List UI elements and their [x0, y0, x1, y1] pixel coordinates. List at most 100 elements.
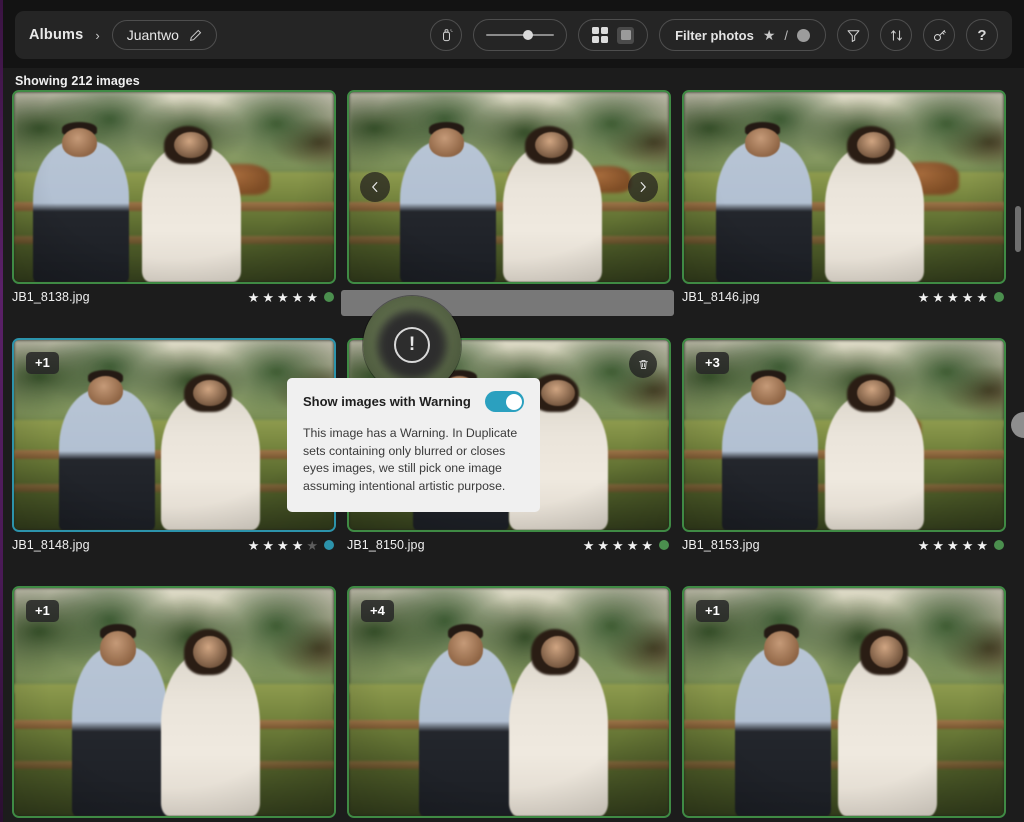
- photo-vignette: [684, 588, 1004, 816]
- star-icon[interactable]: ★: [976, 291, 988, 304]
- star-icon[interactable]: ★: [292, 539, 304, 552]
- photo-thumbnail[interactable]: +4: [347, 586, 671, 818]
- warning-tooltip: Show images with Warning This image has …: [287, 378, 540, 512]
- photo-thumbnail[interactable]: +3: [682, 338, 1006, 532]
- star-icon[interactable]: ★: [918, 291, 930, 304]
- photo-image: [14, 340, 334, 530]
- album-name-pill[interactable]: Juantwo: [112, 20, 217, 50]
- photo-caption: JB1_8148.jpg★★★★★: [12, 532, 336, 558]
- sort-arrows-icon[interactable]: [880, 19, 912, 51]
- filter-photos-button[interactable]: Filter photos ★ /: [659, 19, 826, 51]
- photo-cell[interactable]: +4: [347, 586, 671, 818]
- star-icon[interactable]: ★: [306, 291, 318, 304]
- star-icon[interactable]: ★: [627, 539, 639, 552]
- pencil-icon[interactable]: [189, 29, 202, 42]
- star-icon[interactable]: ★: [641, 539, 653, 552]
- single-view-icon[interactable]: [617, 27, 634, 44]
- star-icon[interactable]: ★: [932, 539, 944, 552]
- photo-image: [684, 340, 1004, 530]
- prev-photo-button[interactable]: [360, 172, 390, 202]
- warning-exclamation-icon[interactable]: !: [394, 327, 430, 363]
- photo-caption: JB1_8146.jpg★★★★★: [682, 284, 1006, 310]
- filter-divider: /: [784, 28, 788, 43]
- stack-count-badge[interactable]: +1: [696, 600, 729, 622]
- photo-status-dot[interactable]: [659, 540, 669, 550]
- zoom-slider-thumb[interactable]: [523, 30, 533, 40]
- view-mode-toggle[interactable]: [578, 19, 648, 51]
- breadcrumb-albums[interactable]: Albums: [29, 27, 83, 43]
- star-rating[interactable]: ★★★★★: [248, 539, 318, 552]
- star-icon[interactable]: ★: [962, 291, 974, 304]
- star-icon[interactable]: ★: [262, 291, 274, 304]
- stack-count-badge[interactable]: +4: [361, 600, 394, 622]
- star-icon[interactable]: ★: [763, 28, 776, 42]
- star-rating[interactable]: ★★★★★: [918, 291, 988, 304]
- tooltip-body: This image has a Warning. In Duplicate s…: [303, 425, 524, 495]
- photo-thumbnail[interactable]: [347, 90, 671, 284]
- scrollbar-track[interactable]: [1012, 90, 1024, 822]
- star-icon[interactable]: ★: [583, 539, 595, 552]
- star-icon[interactable]: ★: [612, 539, 624, 552]
- photo-status-dot[interactable]: [324, 540, 334, 550]
- star-icon[interactable]: ★: [976, 539, 988, 552]
- key-icon[interactable]: [923, 19, 955, 51]
- photo-caption: JB1_8138.jpg★★★★★: [12, 284, 336, 310]
- trash-icon[interactable]: [629, 350, 657, 378]
- scrollbar-thumb[interactable]: [1015, 206, 1021, 252]
- spray-can-icon[interactable]: [430, 19, 462, 51]
- star-icon[interactable]: ★: [292, 291, 304, 304]
- star-icon[interactable]: ★: [932, 291, 944, 304]
- star-icon[interactable]: ★: [248, 539, 260, 552]
- star-icon[interactable]: ★: [277, 291, 289, 304]
- photo-filename: JB1_8153.jpg: [682, 538, 760, 552]
- photo-meta: ★★★★★: [248, 539, 334, 552]
- zoom-slider[interactable]: [473, 19, 567, 51]
- stack-count-badge[interactable]: +3: [696, 352, 729, 374]
- photo-culling-app: Albums › Juantwo: [0, 0, 1024, 822]
- photo-thumbnail[interactable]: +1: [682, 586, 1006, 818]
- color-dot-icon[interactable]: [797, 29, 810, 42]
- star-icon[interactable]: ★: [918, 539, 930, 552]
- star-icon[interactable]: ★: [947, 539, 959, 552]
- help-button[interactable]: ?: [966, 19, 998, 51]
- star-icon[interactable]: ★: [248, 291, 260, 304]
- photo-vignette: [349, 588, 669, 816]
- photo-vignette: [684, 340, 1004, 530]
- photo-cell[interactable]: +3JB1_8153.jpg★★★★★: [682, 338, 1006, 558]
- show-warning-toggle[interactable]: [485, 391, 524, 412]
- photo-status-dot[interactable]: [994, 540, 1004, 550]
- photo-meta: ★★★★★: [583, 539, 669, 552]
- stack-count-badge[interactable]: +1: [26, 352, 59, 374]
- photo-caption: JB1_8153.jpg★★★★★: [682, 532, 1006, 558]
- toolbar-inner: Albums › Juantwo: [15, 11, 1012, 59]
- grid-view-icon[interactable]: [592, 27, 608, 43]
- star-icon[interactable]: ★: [306, 539, 318, 552]
- photo-cell[interactable]: JB1_8143.jpg★★★★★: [347, 90, 671, 310]
- star-icon[interactable]: ★: [277, 539, 289, 552]
- star-rating[interactable]: ★★★★★: [583, 539, 653, 552]
- photo-image: [349, 588, 669, 816]
- photo-filename: JB1_8138.jpg: [12, 290, 90, 304]
- photo-status-dot[interactable]: [994, 292, 1004, 302]
- stack-count-badge[interactable]: +1: [26, 600, 59, 622]
- funnel-icon[interactable]: [837, 19, 869, 51]
- photo-thumbnail[interactable]: +1: [12, 586, 336, 818]
- star-icon[interactable]: ★: [947, 291, 959, 304]
- star-icon[interactable]: ★: [597, 539, 609, 552]
- photo-thumbnail[interactable]: [682, 90, 1006, 284]
- photo-vignette: [14, 340, 334, 530]
- photo-cell[interactable]: JB1_8138.jpg★★★★★: [12, 90, 336, 310]
- star-icon[interactable]: ★: [962, 539, 974, 552]
- zoom-slider-track[interactable]: [486, 34, 554, 36]
- photo-cell[interactable]: JB1_8146.jpg★★★★★: [682, 90, 1006, 310]
- star-rating[interactable]: ★★★★★: [248, 291, 318, 304]
- star-rating[interactable]: ★★★★★: [918, 539, 988, 552]
- photo-status-dot[interactable]: [324, 292, 334, 302]
- photo-thumbnail[interactable]: [12, 90, 336, 284]
- album-name-label: Juantwo: [127, 27, 179, 43]
- photo-cell[interactable]: +1: [682, 586, 1006, 818]
- next-photo-button[interactable]: [628, 172, 658, 202]
- photo-caption: JB1_8150.jpg★★★★★: [347, 532, 671, 558]
- star-icon[interactable]: ★: [262, 539, 274, 552]
- photo-cell[interactable]: +1: [12, 586, 336, 818]
